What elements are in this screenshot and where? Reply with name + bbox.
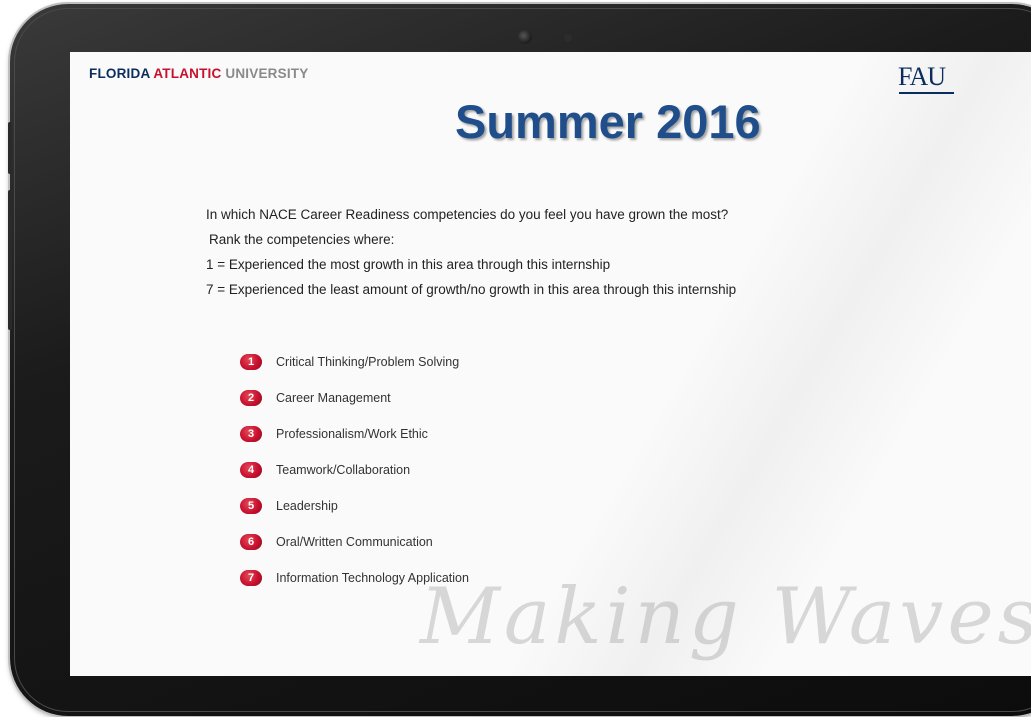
- competency-label: Leadership: [276, 499, 338, 513]
- fau-logo: FAU: [898, 62, 946, 91]
- list-item: 1 Critical Thinking/Problem Solving: [240, 344, 469, 380]
- prompt-line: 7 = Experienced the least amount of grow…: [206, 282, 737, 297]
- competency-label: Oral/Written Communication: [276, 535, 433, 549]
- competency-list: 1 Critical Thinking/Problem Solving 2 Ca…: [240, 344, 469, 596]
- brand-word-university: UNIVERSITY: [225, 66, 309, 81]
- question-prompt: In which NACE Career Readiness competenc…: [206, 202, 736, 302]
- sensor-icon: [564, 34, 572, 42]
- rank-badge: 1: [240, 354, 262, 370]
- rank-badge: 4: [240, 462, 262, 478]
- rank-badge: 7: [240, 570, 262, 586]
- making-waves-watermark: Making Waves: [420, 572, 1031, 662]
- logo-underline: [899, 92, 954, 94]
- brand-word-atlantic: ATLANTIC: [153, 66, 222, 81]
- rank-badge: 2: [240, 390, 262, 406]
- camera-icon: [518, 30, 532, 44]
- prompt-line: In which NACE Career Readiness competenc…: [206, 207, 729, 222]
- volume-button[interactable]: [8, 122, 12, 174]
- rank-badge: 5: [240, 498, 262, 514]
- rank-badge: 3: [240, 426, 262, 442]
- competency-label: Critical Thinking/Problem Solving: [276, 355, 460, 369]
- competency-label: Professionalism/Work Ethic: [276, 427, 428, 441]
- slide-title: Summer 2016: [455, 95, 761, 148]
- slide-screen: FLORIDA ATLANTIC UNIVERSITY FAU Summer 2…: [70, 52, 1031, 676]
- list-item: 4 Teamwork/Collaboration: [240, 452, 469, 488]
- competency-label: Career Management: [276, 391, 391, 405]
- power-button[interactable]: [8, 190, 12, 330]
- list-item: 6 Oral/Written Communication: [240, 524, 469, 560]
- rank-badge: 6: [240, 534, 262, 550]
- brand-word-florida: FLORIDA: [89, 66, 150, 81]
- list-item: 3 Professionalism/Work Ethic: [240, 416, 469, 452]
- list-item: 5 Leadership: [240, 488, 469, 524]
- university-wordmark: FLORIDA ATLANTIC UNIVERSITY: [89, 66, 308, 81]
- competency-label: Teamwork/Collaboration: [276, 463, 411, 477]
- list-item: 2 Career Management: [240, 380, 469, 416]
- prompt-line: 1 = Experienced the most growth in this …: [206, 257, 611, 272]
- prompt-line: Rank the competencies where:: [209, 232, 395, 247]
